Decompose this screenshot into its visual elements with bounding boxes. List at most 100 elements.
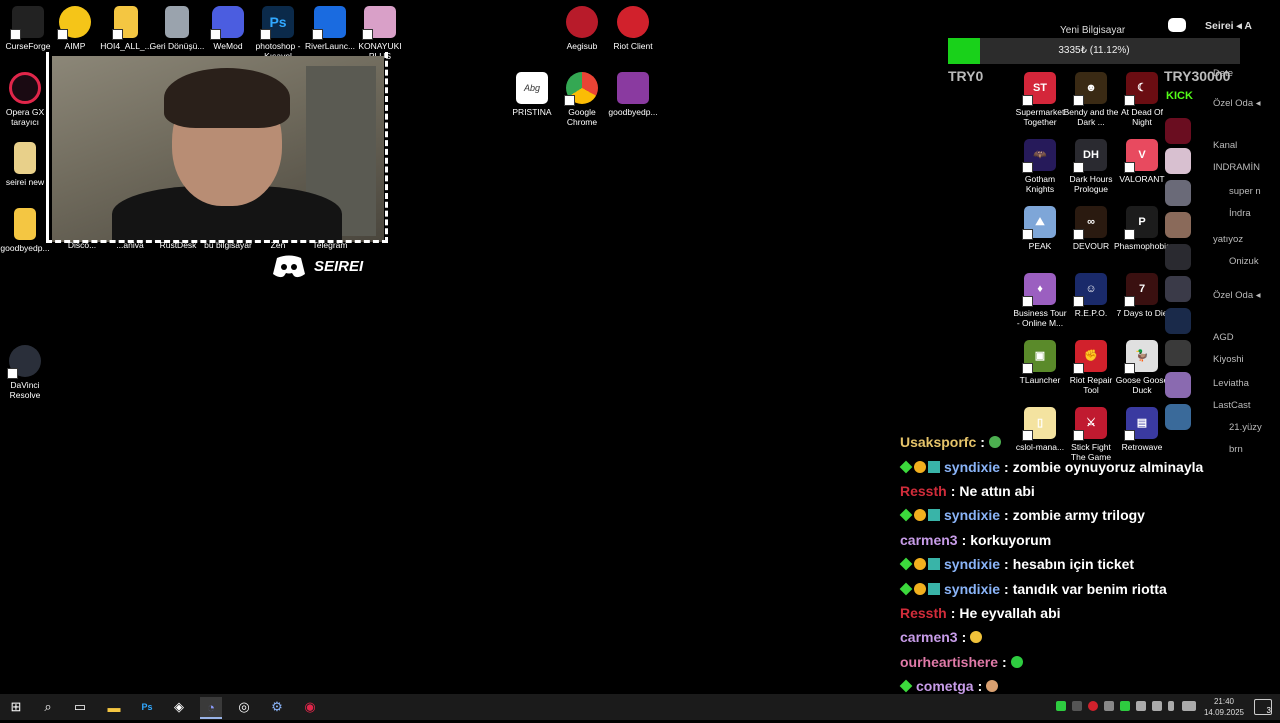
davinci-taskbar-button[interactable]: ◈ [168, 697, 190, 717]
tray-app-icon[interactable] [1072, 701, 1082, 711]
tray-app-icon[interactable] [1120, 701, 1130, 711]
game-shortcut[interactable]: 🦇 Gotham Knights [1012, 139, 1068, 194]
discord-channel-row[interactable]: Onizuk [1229, 256, 1259, 267]
desktop-icon-recycle-bin[interactable]: Geri Dönüşü... [149, 6, 205, 51]
chat-message: Ressth: He eyvallah abi [900, 601, 1210, 625]
discord-channel-row[interactable]: 21.yüzy [1229, 422, 1262, 433]
one-badge-icon [914, 558, 926, 571]
steam-taskbar-button[interactable]: ⚙ [266, 697, 288, 717]
desktop-icon-goodbyedpi-folder[interactable]: goodbyedp... [0, 208, 53, 253]
discord-channel-row[interactable]: Date [1213, 68, 1233, 79]
photoshop-taskbar-button[interactable]: Ps [136, 697, 158, 717]
chat-text: zombie army trilogy [1012, 507, 1145, 524]
desktop-icon-wemod[interactable]: WeMod [200, 6, 256, 51]
game-shortcut[interactable]: ☻ Bendy and the Dark ... [1063, 72, 1119, 127]
discord-channel-row[interactable]: AGD [1213, 332, 1234, 343]
volume-icon[interactable] [1136, 701, 1146, 711]
discord-channel-row[interactable]: Kanal [1213, 140, 1237, 151]
game-shortcut[interactable]: 77 Days to Die [1114, 273, 1170, 318]
game-shortcut[interactable]: DH Dark Hours Prologue [1063, 139, 1119, 194]
chat-username[interactable]: syndixie [944, 459, 1000, 475]
chat-username[interactable]: syndixie [944, 581, 1000, 597]
obs-taskbar-button[interactable]: ◎ [233, 697, 255, 717]
network-icon[interactable] [1152, 701, 1162, 711]
desktop-icon-aegisub[interactable]: Aegisub [554, 6, 610, 51]
webcam-streamer-name: SEIREI [314, 257, 364, 275]
discord-channel-row[interactable]: brn [1229, 444, 1243, 455]
avatar [1165, 244, 1191, 270]
discord-channel-row[interactable]: yatıyoz [1213, 234, 1243, 245]
desktop-icon-aimp[interactable]: AIMP [47, 6, 103, 51]
chat-username[interactable]: Usaksporfc [900, 434, 976, 450]
chat-username[interactable]: Ressth [900, 483, 947, 499]
game-shortcut[interactable]: ▣ TLauncher [1012, 340, 1068, 385]
game-shortcut[interactable]: ⛰ PEAK [1012, 206, 1068, 251]
avatar [1165, 404, 1191, 430]
desktop-icon-konayuki[interactable]: KONAYUKI PLUS [352, 6, 408, 61]
tray-riot-icon[interactable] [1088, 701, 1098, 711]
start-button[interactable]: ⊞ [5, 697, 27, 717]
discord-channel-row[interactable]: Özel Oda ◂ [1213, 290, 1261, 301]
notification-button[interactable]: 3 [1254, 699, 1272, 715]
file-explorer-button[interactable]: ▬ [103, 697, 125, 717]
keyboard-icon[interactable] [1182, 701, 1196, 711]
desktop-icon-opera-gx[interactable]: Opera GX tarayıcı [0, 72, 53, 127]
discord-channel-row[interactable]: LastCast [1213, 400, 1251, 411]
game-shortcut[interactable]: P Phasmophobia [1114, 206, 1170, 251]
chat-username[interactable]: carmen3 [900, 532, 958, 548]
discord-channel-row[interactable]: Özel Oda ◂ [1213, 98, 1261, 109]
discord-app-icon[interactable] [1168, 18, 1186, 32]
opera-taskbar-button[interactable]: ◉ [299, 697, 321, 717]
photoshop-icon: Ps [141, 702, 153, 712]
chat-username[interactable]: carmen3 [900, 629, 958, 645]
game-shortcut[interactable]: ∞ DEVOUR [1063, 206, 1119, 251]
discord-channel-row[interactable]: Leviatha [1213, 378, 1249, 389]
tray-app-icon[interactable] [1056, 701, 1066, 711]
chat-separator: : [1004, 556, 1009, 573]
game-shortcut[interactable]: V VALORANT [1114, 139, 1170, 184]
desktop-icon-photoshop[interactable]: Ps photoshop - Kısayol [250, 6, 306, 61]
desktop-icon-davinci-resolve[interactable]: DaVinci Resolve [0, 345, 53, 400]
game-shortcut[interactable]: ✊ Riot Repair Tool [1063, 340, 1119, 395]
clock-time: 21:40 [1213, 697, 1234, 706]
donation-progress-text: 3335₺ (11.12%) [1058, 45, 1130, 56]
desktop-icon-google-chrome[interactable]: Google Chrome [554, 72, 610, 127]
chat-emote-icon [970, 631, 983, 644]
task-view-button[interactable]: ▭ [69, 697, 91, 717]
search-icon: ⌕ [44, 699, 52, 714]
search-button[interactable]: ⌕ [37, 697, 59, 717]
game-label: At Dead Of Night [1120, 107, 1164, 127]
chat-username[interactable]: cometga [916, 678, 974, 694]
desktop-icon-hoi4[interactable]: HOI4_ALL_... [98, 6, 154, 51]
diamond-badge-icon [899, 508, 913, 522]
taskbar-clock[interactable]: 21:40 14.09.2025 [1204, 696, 1244, 718]
chat-message: Ressth: Ne attın abi [900, 479, 1210, 503]
discord-channel-row[interactable]: super n [1229, 186, 1261, 197]
chat-username[interactable]: syndixie [944, 507, 1000, 523]
game-shortcut[interactable]: ☺ R.E.P.O. [1063, 273, 1119, 318]
diamond-badge-icon [899, 557, 913, 571]
desktop-icon-riot-client[interactable]: Riot Client [605, 6, 661, 51]
chat-separator: : [950, 482, 956, 499]
game-shortcut[interactable]: 🦆 Goose Goose Duck [1114, 340, 1170, 395]
game-shortcut[interactable]: ☾ At Dead Of Night [1114, 72, 1170, 127]
desktop-icon-goodbyedpi-archive[interactable]: goodbyedp... [605, 72, 661, 117]
discord-channel-row[interactable]: Kiyoshi [1213, 354, 1244, 365]
curseforge-icon [10, 6, 44, 40]
discord-channel-row[interactable]: INDRAMİN [1213, 162, 1260, 173]
microphone-icon[interactable] [1168, 701, 1174, 711]
chat-username[interactable]: Ressth [900, 605, 947, 621]
desktop-icon-seirei-new[interactable]: seirei new [0, 142, 53, 187]
discord-taskbar-button[interactable]: ◔ [200, 697, 222, 719]
discord-channel-row[interactable]: İndra [1229, 208, 1251, 219]
desktop-icon-pristina[interactable]: Abg PRISTINA [504, 72, 560, 117]
chat-username[interactable]: ourheartishere [900, 654, 998, 670]
shortcut-arrow-icon [1073, 229, 1084, 240]
avatar [1165, 148, 1191, 174]
chat-username[interactable]: syndixie [944, 556, 1000, 572]
tray-app-icon[interactable] [1104, 701, 1114, 711]
game-shortcut[interactable]: ♦ Business Tour - Online M... [1012, 273, 1068, 328]
desktop-icon-riverlauncher[interactable]: RiverLaunc... [302, 6, 358, 51]
game-shortcut[interactable]: ST Supermarket Together [1012, 72, 1068, 127]
chat-separator: : [961, 629, 967, 646]
